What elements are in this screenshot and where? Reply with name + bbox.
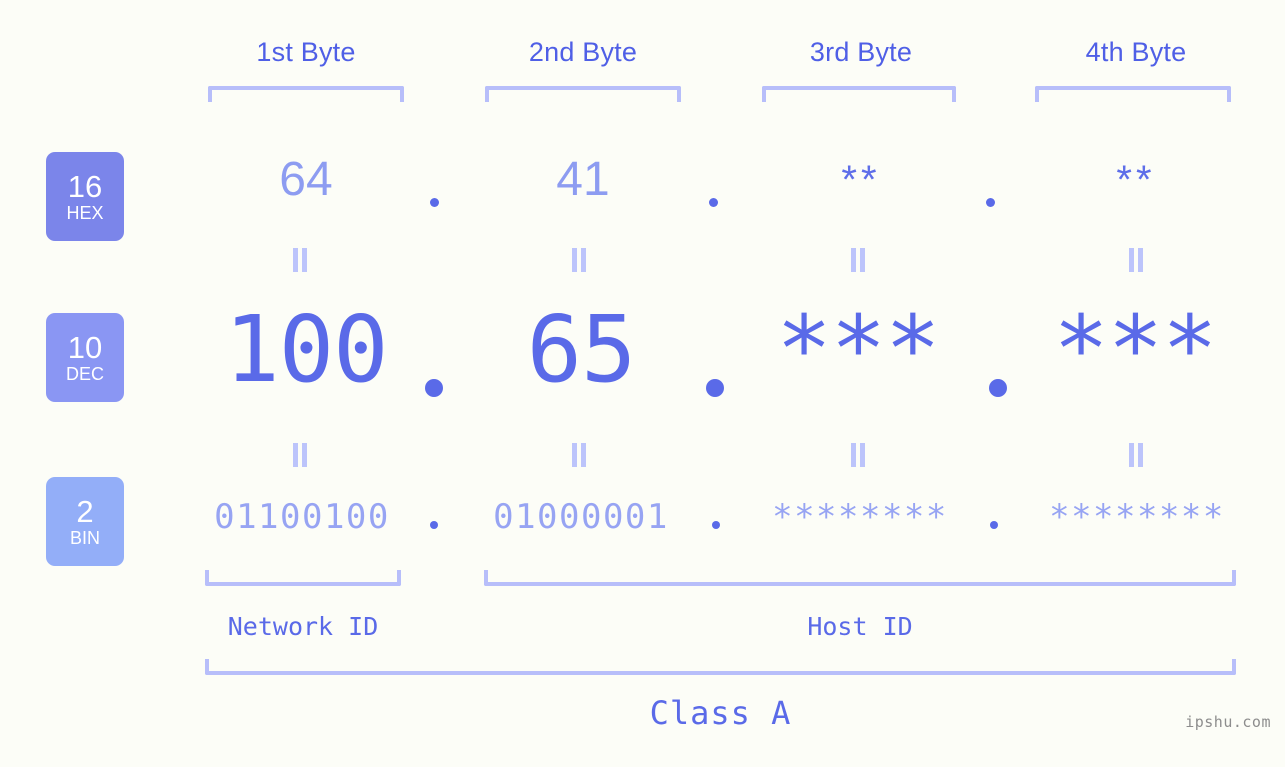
byte-bracket-3 (762, 86, 956, 102)
bin-dot-1 (430, 521, 438, 529)
dec-dot-1 (425, 379, 443, 397)
radix-badge-dec-number: 10 (67, 329, 103, 365)
class-label: Class A (649, 694, 792, 732)
equals-connector-hex-dec-4 (1129, 248, 1145, 272)
hex-octet-4: ** (1116, 158, 1156, 202)
radix-badge-bin-number: 2 (76, 493, 94, 529)
byte-column-header-3: 3rd Byte (809, 37, 913, 67)
dec-octet-3: *** (776, 296, 940, 403)
equals-connector-dec-bin-2 (572, 443, 588, 467)
hex-dot-2 (709, 198, 718, 207)
bin-octet-3: ******** (772, 497, 948, 537)
equals-connector-dec-bin-1 (293, 443, 309, 467)
equals-connector-hex-dec-1 (293, 248, 309, 272)
site-watermark: ipshu.com (1185, 713, 1271, 731)
network-id-bracket (205, 570, 401, 586)
equals-connector-hex-dec-2 (572, 248, 588, 272)
hex-octet-2: 41 (556, 153, 610, 206)
byte-bracket-1 (208, 86, 404, 102)
radix-badge-bin: 2 BIN (46, 477, 124, 566)
network-id-label: Network ID (227, 612, 379, 641)
equals-connector-dec-bin-4 (1129, 443, 1145, 467)
radix-badge-bin-name: BIN (69, 527, 100, 548)
ip-address-breakdown-diagram: 1st Byte 2nd Byte 3rd Byte 4th Byte 16 H… (0, 0, 1285, 767)
hex-dot-3 (986, 198, 995, 207)
radix-badge-hex-number: 16 (67, 168, 103, 204)
class-bracket (205, 659, 1236, 675)
dec-octet-4: *** (1053, 296, 1217, 403)
bin-octet-4: ******** (1049, 497, 1225, 537)
byte-column-header-2: 2nd Byte (528, 37, 638, 67)
hex-dot-1 (430, 198, 439, 207)
radix-badge-hex-name: HEX (66, 202, 104, 223)
host-id-bracket (484, 570, 1236, 586)
byte-column-header-4: 4th Byte (1085, 37, 1187, 67)
dec-octet-2: 65 (526, 296, 637, 403)
byte-bracket-4 (1035, 86, 1231, 102)
radix-badge-dec-name: DEC (65, 363, 104, 384)
bin-dot-2 (712, 521, 720, 529)
dec-octet-1: 100 (224, 296, 388, 403)
equals-connector-dec-bin-3 (851, 443, 867, 467)
byte-bracket-2 (485, 86, 681, 102)
byte-column-header-1: 1st Byte (256, 37, 356, 67)
dec-dot-2 (706, 379, 724, 397)
radix-badge-dec: 10 DEC (46, 313, 124, 402)
bin-octet-1: 01100100 (214, 497, 390, 537)
bin-octet-2: 01000001 (493, 497, 669, 537)
host-id-label: Host ID (807, 612, 913, 641)
equals-connector-hex-dec-3 (851, 248, 867, 272)
bin-dot-3 (990, 521, 998, 529)
radix-badge-hex: 16 HEX (46, 152, 124, 241)
hex-octet-1: 64 (279, 153, 333, 206)
hex-octet-3: ** (841, 158, 881, 202)
dec-dot-3 (989, 379, 1007, 397)
